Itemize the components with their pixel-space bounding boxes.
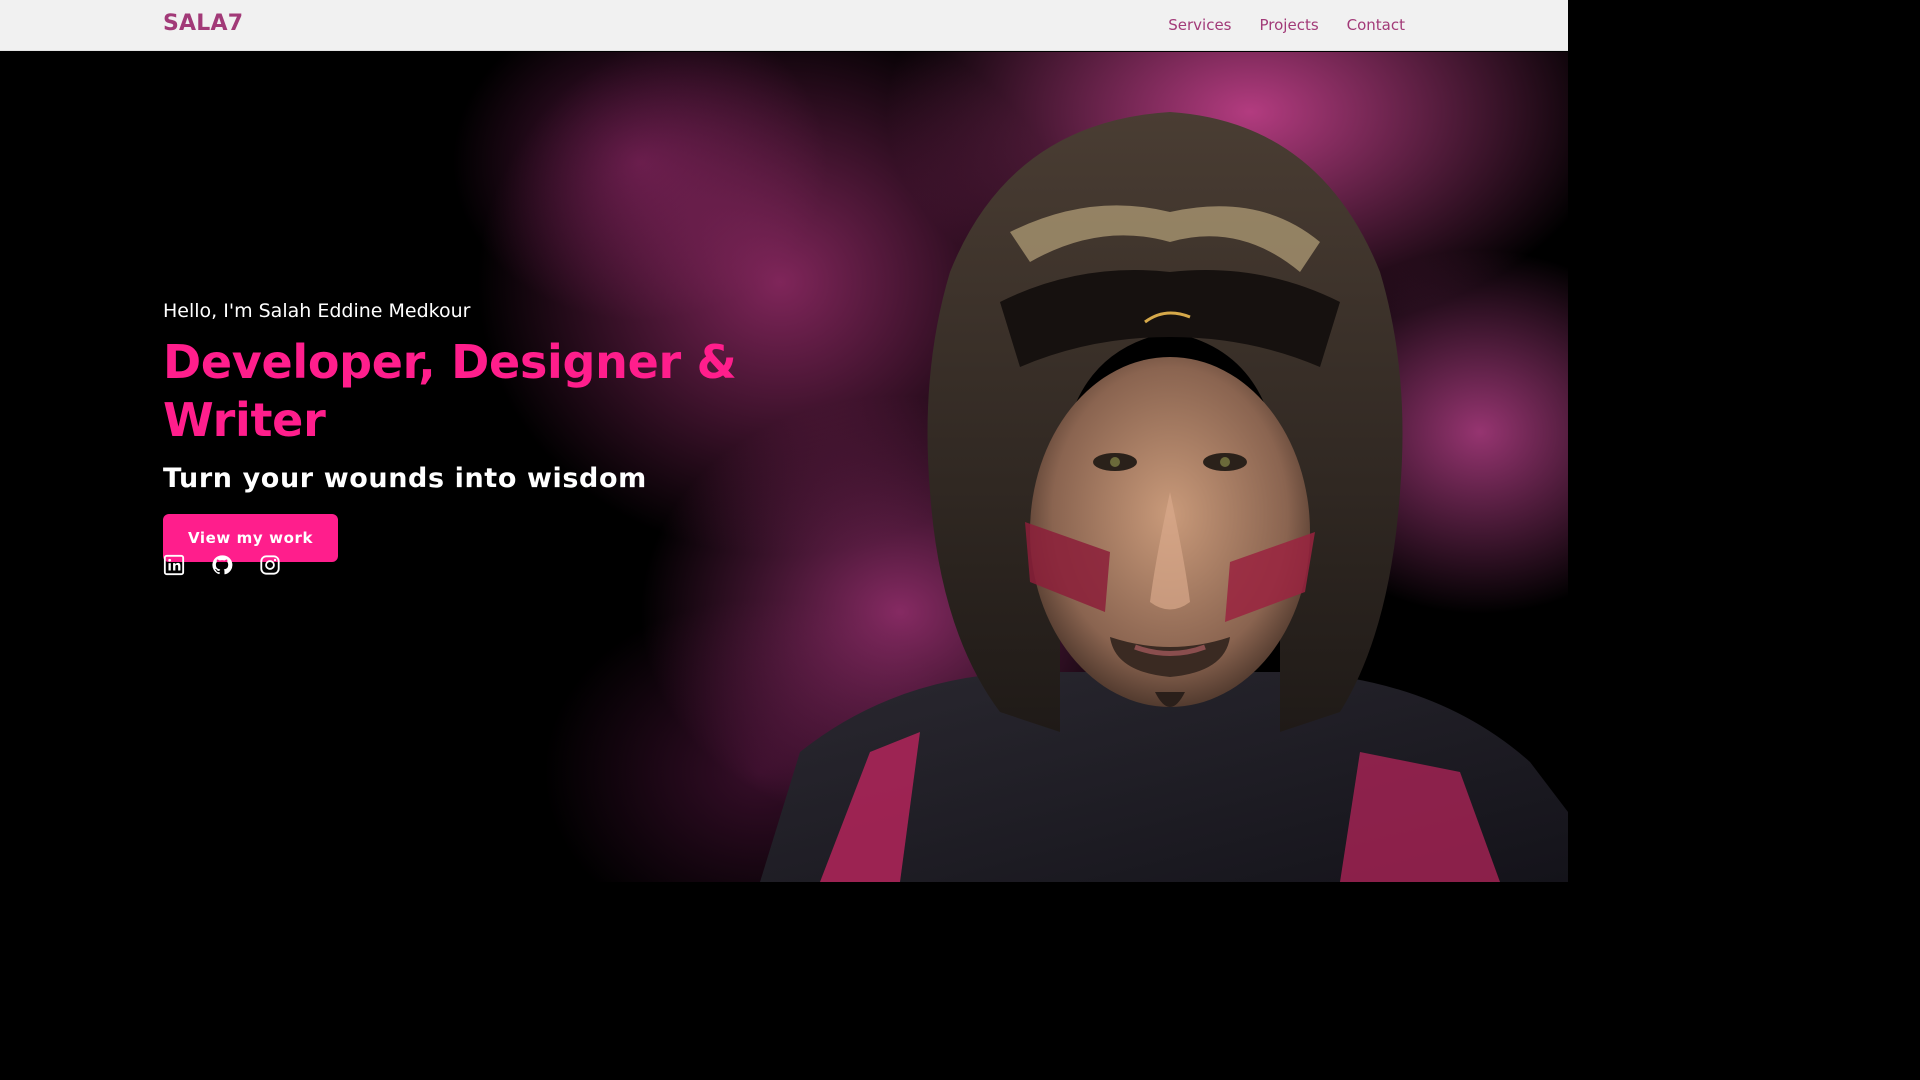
social-links bbox=[163, 554, 281, 576]
instagram-link[interactable] bbox=[259, 554, 281, 576]
linkedin-icon bbox=[163, 554, 185, 576]
linkedin-link[interactable] bbox=[163, 554, 185, 576]
github-link[interactable] bbox=[211, 554, 233, 576]
brand-logo[interactable]: SALA7 bbox=[163, 11, 243, 36]
hero-headline: Developer, Designer & Writer bbox=[163, 335, 737, 447]
github-icon bbox=[212, 555, 233, 575]
nav-link-services[interactable]: Services bbox=[1168, 16, 1231, 34]
nav-links: Services Projects Contact bbox=[1168, 16, 1405, 34]
nav-link-contact[interactable]: Contact bbox=[1347, 16, 1405, 34]
navbar: SALA7 Services Projects Contact bbox=[0, 0, 1568, 51]
greeting-text: Hello, I'm Salah Eddine Medkour bbox=[163, 300, 471, 322]
nav-link-projects[interactable]: Projects bbox=[1260, 16, 1319, 34]
hero-content: Hello, I'm Salah Eddine Medkour Develope… bbox=[163, 300, 883, 562]
hero-section: Hello, I'm Salah Eddine Medkour Develope… bbox=[0, 52, 1568, 882]
hero-tagline: Turn your wounds into wisdom bbox=[163, 463, 647, 494]
instagram-icon bbox=[260, 555, 280, 575]
